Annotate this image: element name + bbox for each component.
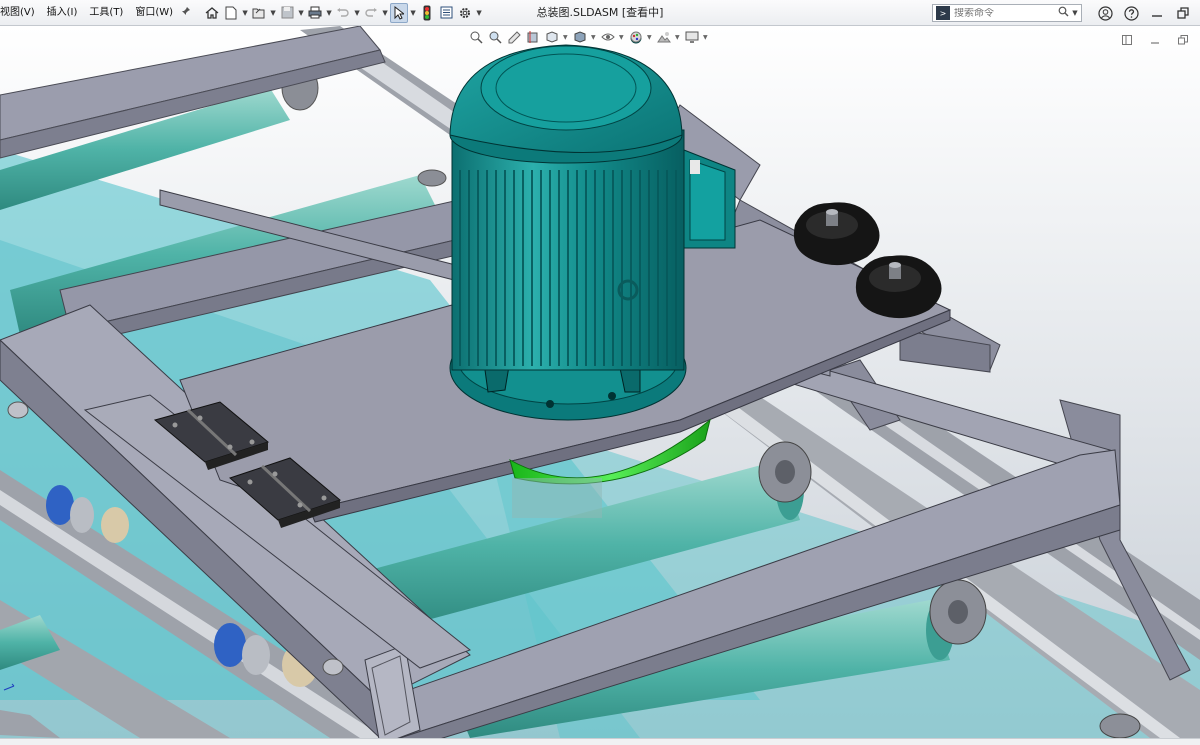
file-properties-icon[interactable] [437, 3, 455, 23]
doc-restore-icon[interactable] [1174, 31, 1192, 49]
redo-dropdown[interactable]: ▼ [381, 9, 389, 17]
options-gear-icon[interactable] [456, 3, 474, 23]
graphics-area[interactable] [0, 26, 1200, 738]
heads-up-view-toolbar: ▼ ▼ ▼ ▼ ▼ ▼ [468, 29, 709, 45]
tile-icon[interactable] [1118, 31, 1136, 49]
solidworks-window: 视图(V) 插入(I) 工具(T) 窗口(W) ▼ ▼ ▼ ▼ ▼ ▼ ▼ ▼ … [0, 0, 1200, 745]
previous-view-icon[interactable] [506, 29, 522, 45]
redo-icon[interactable] [362, 3, 380, 23]
zoom-area-icon[interactable] [487, 29, 503, 45]
pin-icon[interactable] [179, 6, 193, 19]
doc-minimize-icon[interactable] [1146, 31, 1164, 49]
open-dropdown[interactable]: ▼ [269, 9, 277, 17]
apply-scene-dropdown[interactable]: ▼ [675, 34, 681, 41]
display-style-dropdown[interactable]: ▼ [591, 34, 597, 41]
view-orientation-icon[interactable] [544, 29, 560, 45]
display-style-icon[interactable] [572, 29, 588, 45]
select-dropdown[interactable]: ▼ [409, 9, 417, 17]
window-toolbar-right [1096, 4, 1192, 22]
knob [793, 202, 880, 266]
search-dropdown[interactable]: ▼ [1070, 9, 1080, 17]
help-icon[interactable] [1122, 4, 1140, 22]
blue-hub [214, 623, 246, 667]
home-icon[interactable] [203, 3, 221, 23]
traffic-light-icon[interactable] [418, 3, 436, 23]
menu-view[interactable]: 视图(V) [0, 0, 41, 26]
standard-toolbar: ▼ ▼ ▼ ▼ ▼ ▼ ▼ ▼ [203, 2, 483, 23]
search-commands-box[interactable]: > ▼ [932, 4, 1082, 22]
menu-window[interactable]: 窗口(W) [129, 0, 179, 26]
knob [855, 255, 942, 319]
bolt [7, 401, 29, 419]
undo-dropdown[interactable]: ▼ [353, 9, 361, 17]
restore-icon[interactable] [1174, 4, 1192, 22]
apply-scene-icon[interactable] [656, 29, 672, 45]
menu-bar: 视图(V) 插入(I) 工具(T) 窗口(W) [0, 0, 193, 26]
reference-triad-icon [2, 676, 18, 694]
document-window-controls [1118, 31, 1192, 49]
view-settings-dropdown[interactable]: ▼ [703, 34, 709, 41]
search-input[interactable] [954, 7, 1058, 19]
edit-appearance-icon[interactable] [628, 29, 644, 45]
user-icon[interactable] [1096, 4, 1114, 22]
menu-tools[interactable]: 工具(T) [83, 0, 129, 26]
hide-show-dropdown[interactable]: ▼ [619, 34, 625, 41]
view-settings-icon[interactable] [684, 29, 700, 45]
command-prompt-icon: > [936, 6, 950, 20]
section-view-icon[interactable] [525, 29, 541, 45]
print-dropdown[interactable]: ▼ [325, 9, 333, 17]
save-icon[interactable] [278, 3, 296, 23]
blue-hub [46, 485, 74, 525]
undo-icon[interactable] [334, 3, 352, 23]
options-dropdown[interactable]: ▼ [475, 9, 483, 17]
print-icon[interactable] [306, 3, 324, 23]
hide-show-icon[interactable] [600, 29, 616, 45]
open-icon[interactable] [250, 3, 268, 23]
title-bar: 视图(V) 插入(I) 工具(T) 窗口(W) ▼ ▼ ▼ ▼ ▼ ▼ ▼ ▼ … [0, 0, 1200, 26]
edit-appearance-dropdown[interactable]: ▼ [647, 34, 653, 41]
new-dropdown[interactable]: ▼ [241, 9, 249, 17]
status-bar [0, 738, 1200, 745]
menu-insert[interactable]: 插入(I) [41, 0, 84, 26]
minimize-icon[interactable] [1148, 4, 1166, 22]
select-icon[interactable] [390, 2, 409, 23]
bolt [322, 658, 344, 676]
save-dropdown[interactable]: ▼ [297, 9, 305, 17]
new-document-icon[interactable] [222, 3, 240, 23]
search-icon[interactable] [1058, 6, 1070, 20]
zoom-fit-icon[interactable] [468, 29, 484, 45]
view-orientation-dropdown[interactable]: ▼ [563, 34, 569, 41]
